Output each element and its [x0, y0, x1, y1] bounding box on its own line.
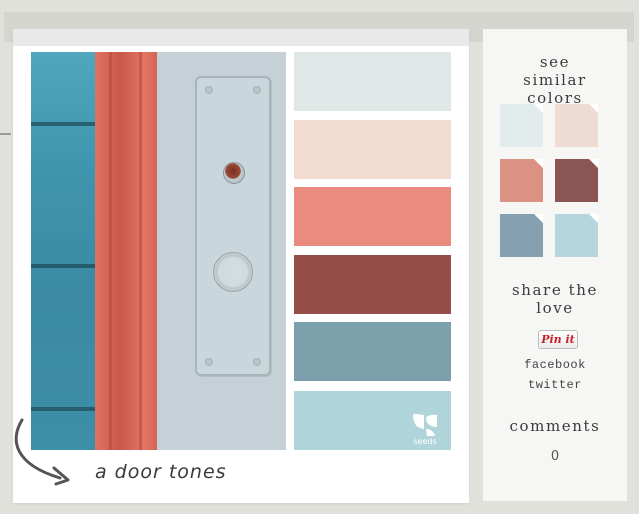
- seeds-logo-icon: seeds: [413, 414, 437, 446]
- photo-plank-line: [31, 407, 95, 411]
- photo-red-frame: [95, 52, 157, 450]
- fold-corner: [589, 104, 598, 113]
- photo-screw: [253, 358, 261, 366]
- photo-screw: [205, 86, 213, 94]
- share-heading: share the love: [511, 281, 599, 317]
- card-top-bar: [13, 29, 469, 46]
- facebook-link[interactable]: facebook: [483, 358, 627, 372]
- inspiration-photo[interactable]: [31, 52, 286, 450]
- similar-color-2[interactable]: [555, 104, 598, 147]
- similar-colors-heading: see similar colors: [523, 53, 587, 107]
- photo-plank-line: [31, 264, 95, 268]
- palette-swatch-6[interactable]: seeds: [294, 391, 451, 450]
- comments-count[interactable]: 0: [483, 449, 627, 464]
- palette-card: seeds a door tones: [13, 29, 469, 503]
- sidebar: see similar colors share the love Pin it…: [483, 29, 627, 501]
- photo-frame-groove: [139, 52, 142, 450]
- seeds-logo-text: seeds: [413, 437, 436, 446]
- similar-color-3[interactable]: [500, 159, 543, 202]
- palette-swatch-2[interactable]: [294, 120, 451, 179]
- fold-corner: [589, 159, 598, 168]
- twitter-link[interactable]: twitter: [483, 378, 627, 392]
- photo-screw: [205, 358, 213, 366]
- similar-color-1[interactable]: [500, 104, 543, 147]
- photo-door: [157, 52, 286, 450]
- pinit-button[interactable]: Pin it: [538, 330, 578, 349]
- similar-color-6[interactable]: [555, 214, 598, 257]
- photo-door-plate: [195, 76, 271, 376]
- fold-corner: [589, 214, 598, 223]
- decorative-line: [0, 133, 11, 135]
- palette-swatch-1[interactable]: [294, 52, 451, 111]
- palette-title: a door tones: [95, 461, 227, 483]
- photo-knob: [213, 252, 253, 292]
- photo-keyhole: [223, 162, 245, 184]
- photo-screw: [253, 86, 261, 94]
- fold-corner: [534, 104, 543, 113]
- photo-frame-groove: [109, 52, 112, 450]
- similar-color-4[interactable]: [555, 159, 598, 202]
- palette-swatch-3[interactable]: [294, 187, 451, 246]
- photo-plank-line: [31, 122, 95, 126]
- similar-color-5[interactable]: [500, 214, 543, 257]
- fold-corner: [534, 159, 543, 168]
- fold-corner: [534, 214, 543, 223]
- palette-swatch-5[interactable]: [294, 322, 451, 381]
- comments-heading: comments: [509, 417, 601, 435]
- palette-swatch-4[interactable]: [294, 255, 451, 314]
- curved-arrow-icon: [14, 418, 70, 486]
- photo-blue-siding: [31, 52, 95, 450]
